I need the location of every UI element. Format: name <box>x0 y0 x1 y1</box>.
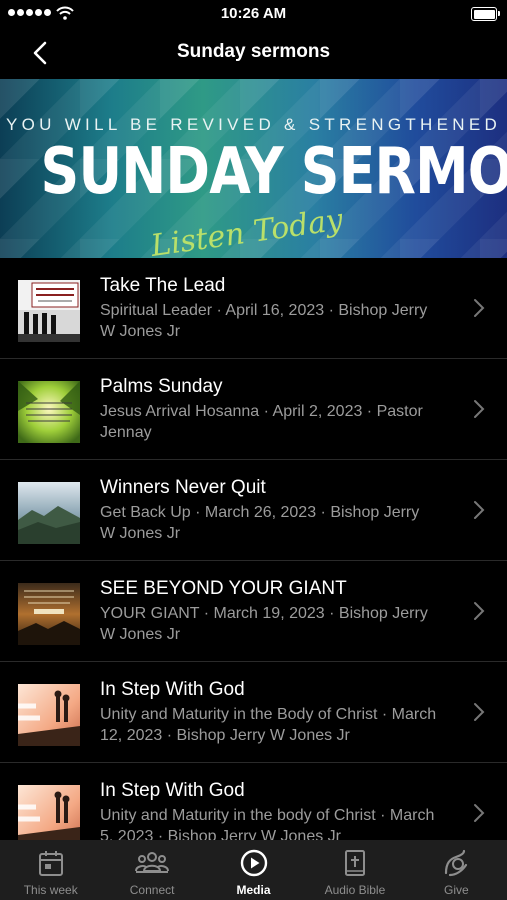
sermon-meta: Jesus Arrival Hosanna · April 2, 2023 · … <box>100 403 423 441</box>
chevron-right-icon <box>474 602 485 620</box>
status-time: 10:26 AM <box>220 5 287 22</box>
sermon-meta: Unity and Maturity in the Body of Christ… <box>100 706 437 744</box>
sermon-thumbnail <box>18 280 80 342</box>
banner-script-text: Listen Today! <box>148 201 345 258</box>
tab-media[interactable]: Media <box>203 840 304 900</box>
chevron-right-icon <box>474 804 485 822</box>
tab-this-week[interactable]: This week <box>0 840 101 900</box>
people-icon <box>135 852 170 873</box>
give-icon <box>445 849 468 877</box>
tab-connect[interactable]: Connect <box>101 840 202 900</box>
chevron-right-icon <box>474 703 485 721</box>
sermon-row[interactable]: In Step With God Unity and Maturity in t… <box>0 763 507 840</box>
navigation-bar: Sunday sermons <box>0 28 507 78</box>
sermon-title: In Step With God <box>100 780 245 801</box>
sermon-meta: Get Back Up · March 26, 2023 · Bishop Je… <box>100 504 420 542</box>
tab-label: Audio Bible <box>324 883 386 897</box>
sermon-row[interactable]: Take The Lead Spiritual Leader · April 1… <box>0 258 507 359</box>
chevron-right-icon <box>474 299 485 317</box>
banner-title: SUNDAY SERMONS <box>40 135 507 209</box>
sermon-thumbnail <box>18 381 80 443</box>
sermon-title: Winners Never Quit <box>100 477 266 498</box>
sermon-thumbnail <box>18 785 80 840</box>
svg-text:Listen Today!: Listen Today! <box>148 201 345 258</box>
tab-label: Connect <box>129 883 175 897</box>
calendar-icon <box>38 851 63 876</box>
sermon-row[interactable]: SEE BEYOND YOUR GIANT YOUR GIANT · March… <box>0 561 507 662</box>
sermon-meta: YOUR GIANT · March 19, 2023 · Bishop Jer… <box>100 605 428 643</box>
sermon-row[interactable]: In Step With God Unity and Maturity in t… <box>0 662 507 763</box>
sermon-row[interactable]: Winners Never Quit Get Back Up · March 2… <box>0 460 507 561</box>
tab-label: This week <box>23 883 78 897</box>
sermon-title: Palms Sunday <box>100 376 223 397</box>
bible-icon <box>344 850 365 876</box>
tab-audio-bible[interactable]: Audio Bible <box>304 840 405 900</box>
sermon-title: Take The Lead <box>100 275 226 296</box>
series-banner: YOU WILL BE REVIVED & STRENGTHENED SUNDA… <box>0 79 507 258</box>
sermon-row[interactable]: Palms Sunday Jesus Arrival Hosanna · Apr… <box>0 359 507 460</box>
tab-bar: This week Connect Media Audio Bible Give <box>0 840 507 900</box>
sermon-meta: Unity and Maturity in the body of Christ… <box>100 807 435 840</box>
sermon-thumbnail <box>18 583 80 645</box>
sermon-list: Take The Lead Spiritual Leader · April 1… <box>0 258 507 840</box>
tab-label: Give <box>443 883 469 897</box>
tab-give[interactable]: Give <box>406 840 507 900</box>
tab-label: Media <box>236 883 271 897</box>
sermon-thumbnail <box>18 482 80 544</box>
status-bar: 10:26 AM <box>0 0 507 28</box>
battery-icon <box>471 7 500 21</box>
banner-tagline: YOU WILL BE REVIVED & STRENGTHENED <box>5 115 502 134</box>
sermon-meta: Spiritual Leader · April 16, 2023 · Bish… <box>100 302 428 340</box>
page-title: Sunday sermons <box>176 41 331 62</box>
chevron-right-icon <box>474 400 485 418</box>
sermon-title: SEE BEYOND YOUR GIANT <box>100 578 347 599</box>
sermon-title: In Step With God <box>100 679 245 700</box>
play-circle-icon <box>240 849 267 877</box>
sermon-thumbnail <box>18 684 80 746</box>
chevron-right-icon <box>474 501 485 519</box>
